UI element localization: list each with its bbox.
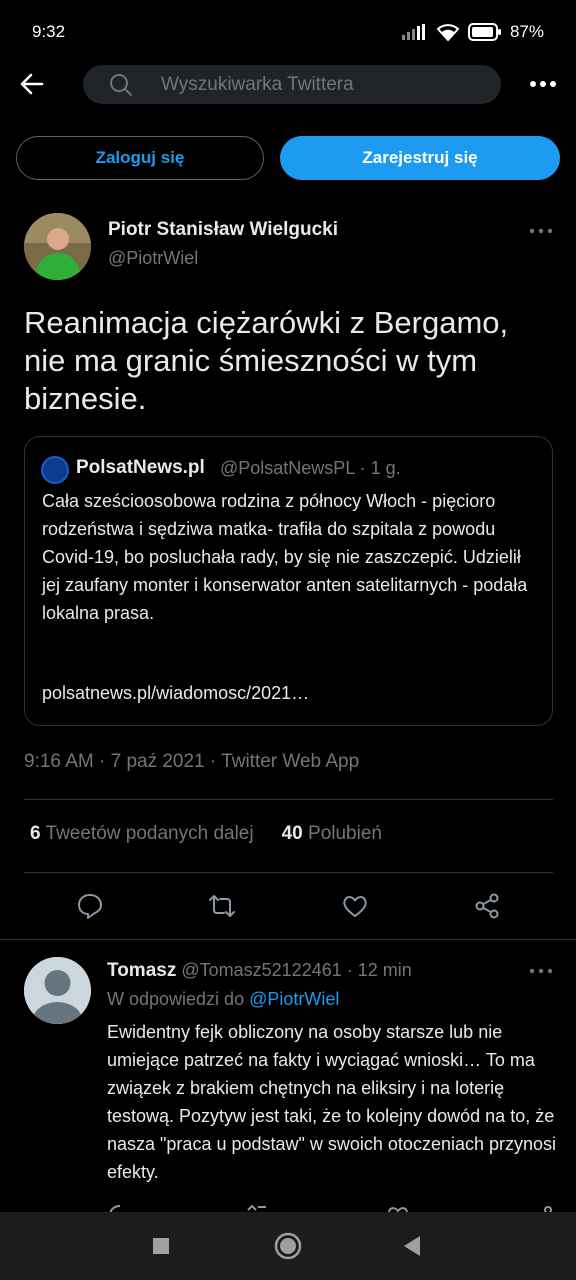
author-handle[interactable]: @PiotrWiel: [108, 248, 198, 269]
retweets-stat[interactable]: 6 Tweetów podanych dalej: [30, 823, 254, 845]
auth-buttons: Zaloguj się Zarejestruj się: [16, 136, 560, 180]
retweet-icon[interactable]: [208, 892, 236, 920]
reply-header: Tomasz @Tomasz52122461 · 12 min: [107, 960, 412, 982]
likes-label: Polubień: [308, 823, 382, 844]
search-placeholder: Wyszukiwarka Twittera: [161, 74, 354, 95]
retweets-count: 6: [30, 823, 41, 844]
recents-square-icon[interactable]: [147, 1232, 175, 1260]
search-input[interactable]: Wyszukiwarka Twittera: [83, 65, 501, 104]
tweet-stats: 6 Tweetów podanych dalej 40 Polubień: [30, 823, 382, 845]
quote-meta: @PolsatNewsPL · 1 g.: [220, 458, 401, 478]
system-nav-bar: [0, 1212, 576, 1280]
reply-meta: @Tomasz52122461 · 12 min: [181, 960, 412, 980]
status-time: 9:32: [32, 22, 66, 41]
wifi-icon: [436, 24, 460, 41]
reply-avatar[interactable]: [24, 957, 91, 1024]
author-avatar[interactable]: [24, 213, 91, 280]
retweets-label: Tweetów podanych dalej: [45, 823, 254, 844]
reply-to: W odpowiedzi do @PiotrWiel: [107, 989, 339, 1010]
reply-more-icon[interactable]: [526, 961, 556, 981]
back-triangle-icon[interactable]: [398, 1232, 426, 1260]
reply-icon[interactable]: [76, 892, 104, 920]
battery-icon: [467, 23, 501, 41]
login-button[interactable]: Zaloguj się: [16, 136, 264, 180]
home-circle-icon[interactable]: [274, 1232, 302, 1260]
reply-author-name[interactable]: Tomasz: [107, 960, 176, 981]
tweet-text: Reanimacja ciężarówki z Bergamo, nie ma …: [24, 305, 509, 416]
divider: [24, 799, 553, 800]
share-icon[interactable]: [473, 892, 501, 920]
reply-to-prefix: W odpowiedzi do: [107, 989, 245, 1009]
battery-level: 87%: [509, 22, 544, 41]
tweet-timestamp: 9:16 AM · 7 paź 2021 · Twitter Web App: [24, 751, 360, 772]
divider: [0, 939, 576, 940]
quote-avatar: [41, 456, 69, 484]
author-name[interactable]: Piotr Stanisław Wielgucki: [108, 219, 338, 241]
back-arrow-icon[interactable]: [18, 70, 46, 98]
tweet-actions: [0, 892, 576, 920]
quoted-tweet[interactable]: PolsatNews.pl @PolsatNewsPL · 1 g. Cała …: [24, 436, 553, 726]
status-bar: 9:32 87%: [0, 0, 576, 64]
likes-stat[interactable]: 40 Polubień: [282, 823, 382, 845]
like-icon[interactable]: [341, 892, 369, 920]
divider: [24, 872, 553, 873]
search-icon: [110, 74, 132, 96]
quote-author-name: PolsatNews.pl: [76, 457, 205, 478]
top-header: Wyszukiwarka Twittera: [0, 64, 576, 106]
status-icons: 87%: [401, 22, 544, 42]
quote-text: Cała sześcioosobowa rodzina z północy Wł…: [42, 491, 528, 623]
quote-link[interactable]: polsatnews.pl/wiadomosc/2021…: [42, 683, 309, 704]
signal-icon: [401, 24, 425, 40]
signup-button[interactable]: Zarejestruj się: [280, 136, 560, 180]
more-options-icon[interactable]: [526, 72, 560, 96]
likes-count: 40: [281, 823, 303, 844]
tweet-more-icon[interactable]: [526, 221, 556, 241]
reply-text: Ewidentny fejk obliczony na osoby starsz…: [107, 1022, 557, 1182]
reply-to-handle[interactable]: @PiotrWiel: [249, 989, 339, 1009]
